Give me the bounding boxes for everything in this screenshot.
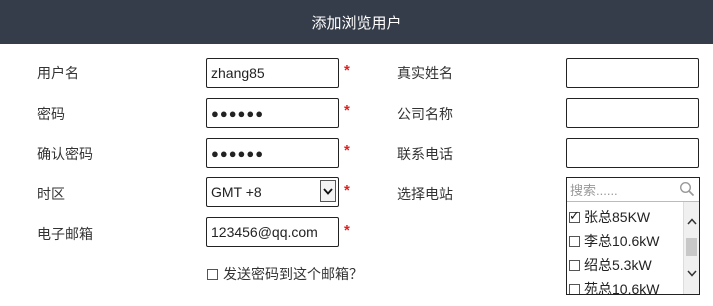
station-checkbox[interactable] bbox=[569, 235, 580, 247]
station-item-label: 绍总5.3kW bbox=[584, 257, 652, 273]
company-input[interactable] bbox=[566, 98, 699, 128]
station-item-label: 张总85KW bbox=[584, 209, 651, 225]
search-icon[interactable] bbox=[679, 181, 695, 197]
station-search-placeholder: 搜索...... bbox=[570, 183, 618, 198]
timezone-value: GMT +8 bbox=[211, 184, 262, 200]
password-required-mark: * bbox=[344, 102, 350, 119]
station-checkbox[interactable] bbox=[569, 259, 580, 271]
send-password-option[interactable]: 发送密码到这个邮箱？ bbox=[207, 264, 363, 284]
send-password-label: 发送密码到这个邮箱？ bbox=[223, 266, 363, 282]
username-required-mark: * bbox=[344, 62, 350, 79]
email-label: 电子邮箱 bbox=[37, 226, 93, 242]
email-input[interactable]: 123456@qq.com bbox=[206, 217, 339, 247]
confirm-password-required-mark: * bbox=[344, 142, 350, 159]
station-item[interactable]: 苑总10.6kW bbox=[567, 277, 681, 295]
real-name-input[interactable] bbox=[566, 58, 699, 88]
station-item[interactable]: 绍总5.3kW bbox=[567, 253, 681, 277]
scrollbar-thumb[interactable] bbox=[686, 238, 697, 256]
station-item[interactable]: 李总10.6kW bbox=[567, 229, 681, 253]
dialog-header: 添加浏览用户 bbox=[0, 0, 713, 44]
station-item-label: 李总10.6kW bbox=[584, 233, 660, 249]
chevron-up-icon[interactable] bbox=[684, 214, 699, 228]
confirm-password-input[interactable]: ●●●●●● bbox=[206, 138, 339, 168]
company-label: 公司名称 bbox=[397, 106, 453, 122]
station-item-label: 苑总10.6kW bbox=[584, 281, 660, 295]
username-label: 用户名 bbox=[37, 65, 79, 81]
send-password-checkbox[interactable] bbox=[207, 268, 218, 280]
real-name-label: 真实姓名 bbox=[397, 65, 453, 81]
phone-label: 联系电话 bbox=[397, 146, 453, 162]
timezone-select[interactable]: GMT +8 bbox=[206, 177, 339, 207]
phone-input[interactable] bbox=[566, 138, 699, 168]
confirm-password-label: 确认密码 bbox=[37, 146, 93, 162]
station-label: 选择电站 bbox=[397, 186, 453, 202]
dialog-title: 添加浏览用户 bbox=[311, 14, 402, 32]
chevron-down-icon[interactable] bbox=[320, 180, 336, 202]
station-list: 张总85KW 李总10.6kW 绍总5.3kW 苑总10.6kW bbox=[567, 205, 681, 295]
password-input[interactable]: ●●●●●● bbox=[206, 98, 339, 128]
station-scrollbar[interactable] bbox=[683, 202, 699, 294]
timezone-label: 时区 bbox=[37, 186, 65, 202]
email-required-mark: * bbox=[344, 222, 350, 239]
chevron-down-icon[interactable] bbox=[684, 266, 699, 280]
username-input[interactable]: zhang85 bbox=[206, 58, 339, 88]
station-item[interactable]: 张总85KW bbox=[567, 205, 681, 229]
timezone-required-mark: * bbox=[344, 182, 350, 199]
station-checkbox-checked[interactable] bbox=[569, 208, 580, 224]
station-multiselect[interactable]: 搜索...... 张总85KW 李总10.6kW 绍总5.3kW 苑总10.6k… bbox=[566, 177, 700, 295]
password-label: 密码 bbox=[37, 106, 65, 122]
station-checkbox[interactable] bbox=[569, 283, 580, 294]
